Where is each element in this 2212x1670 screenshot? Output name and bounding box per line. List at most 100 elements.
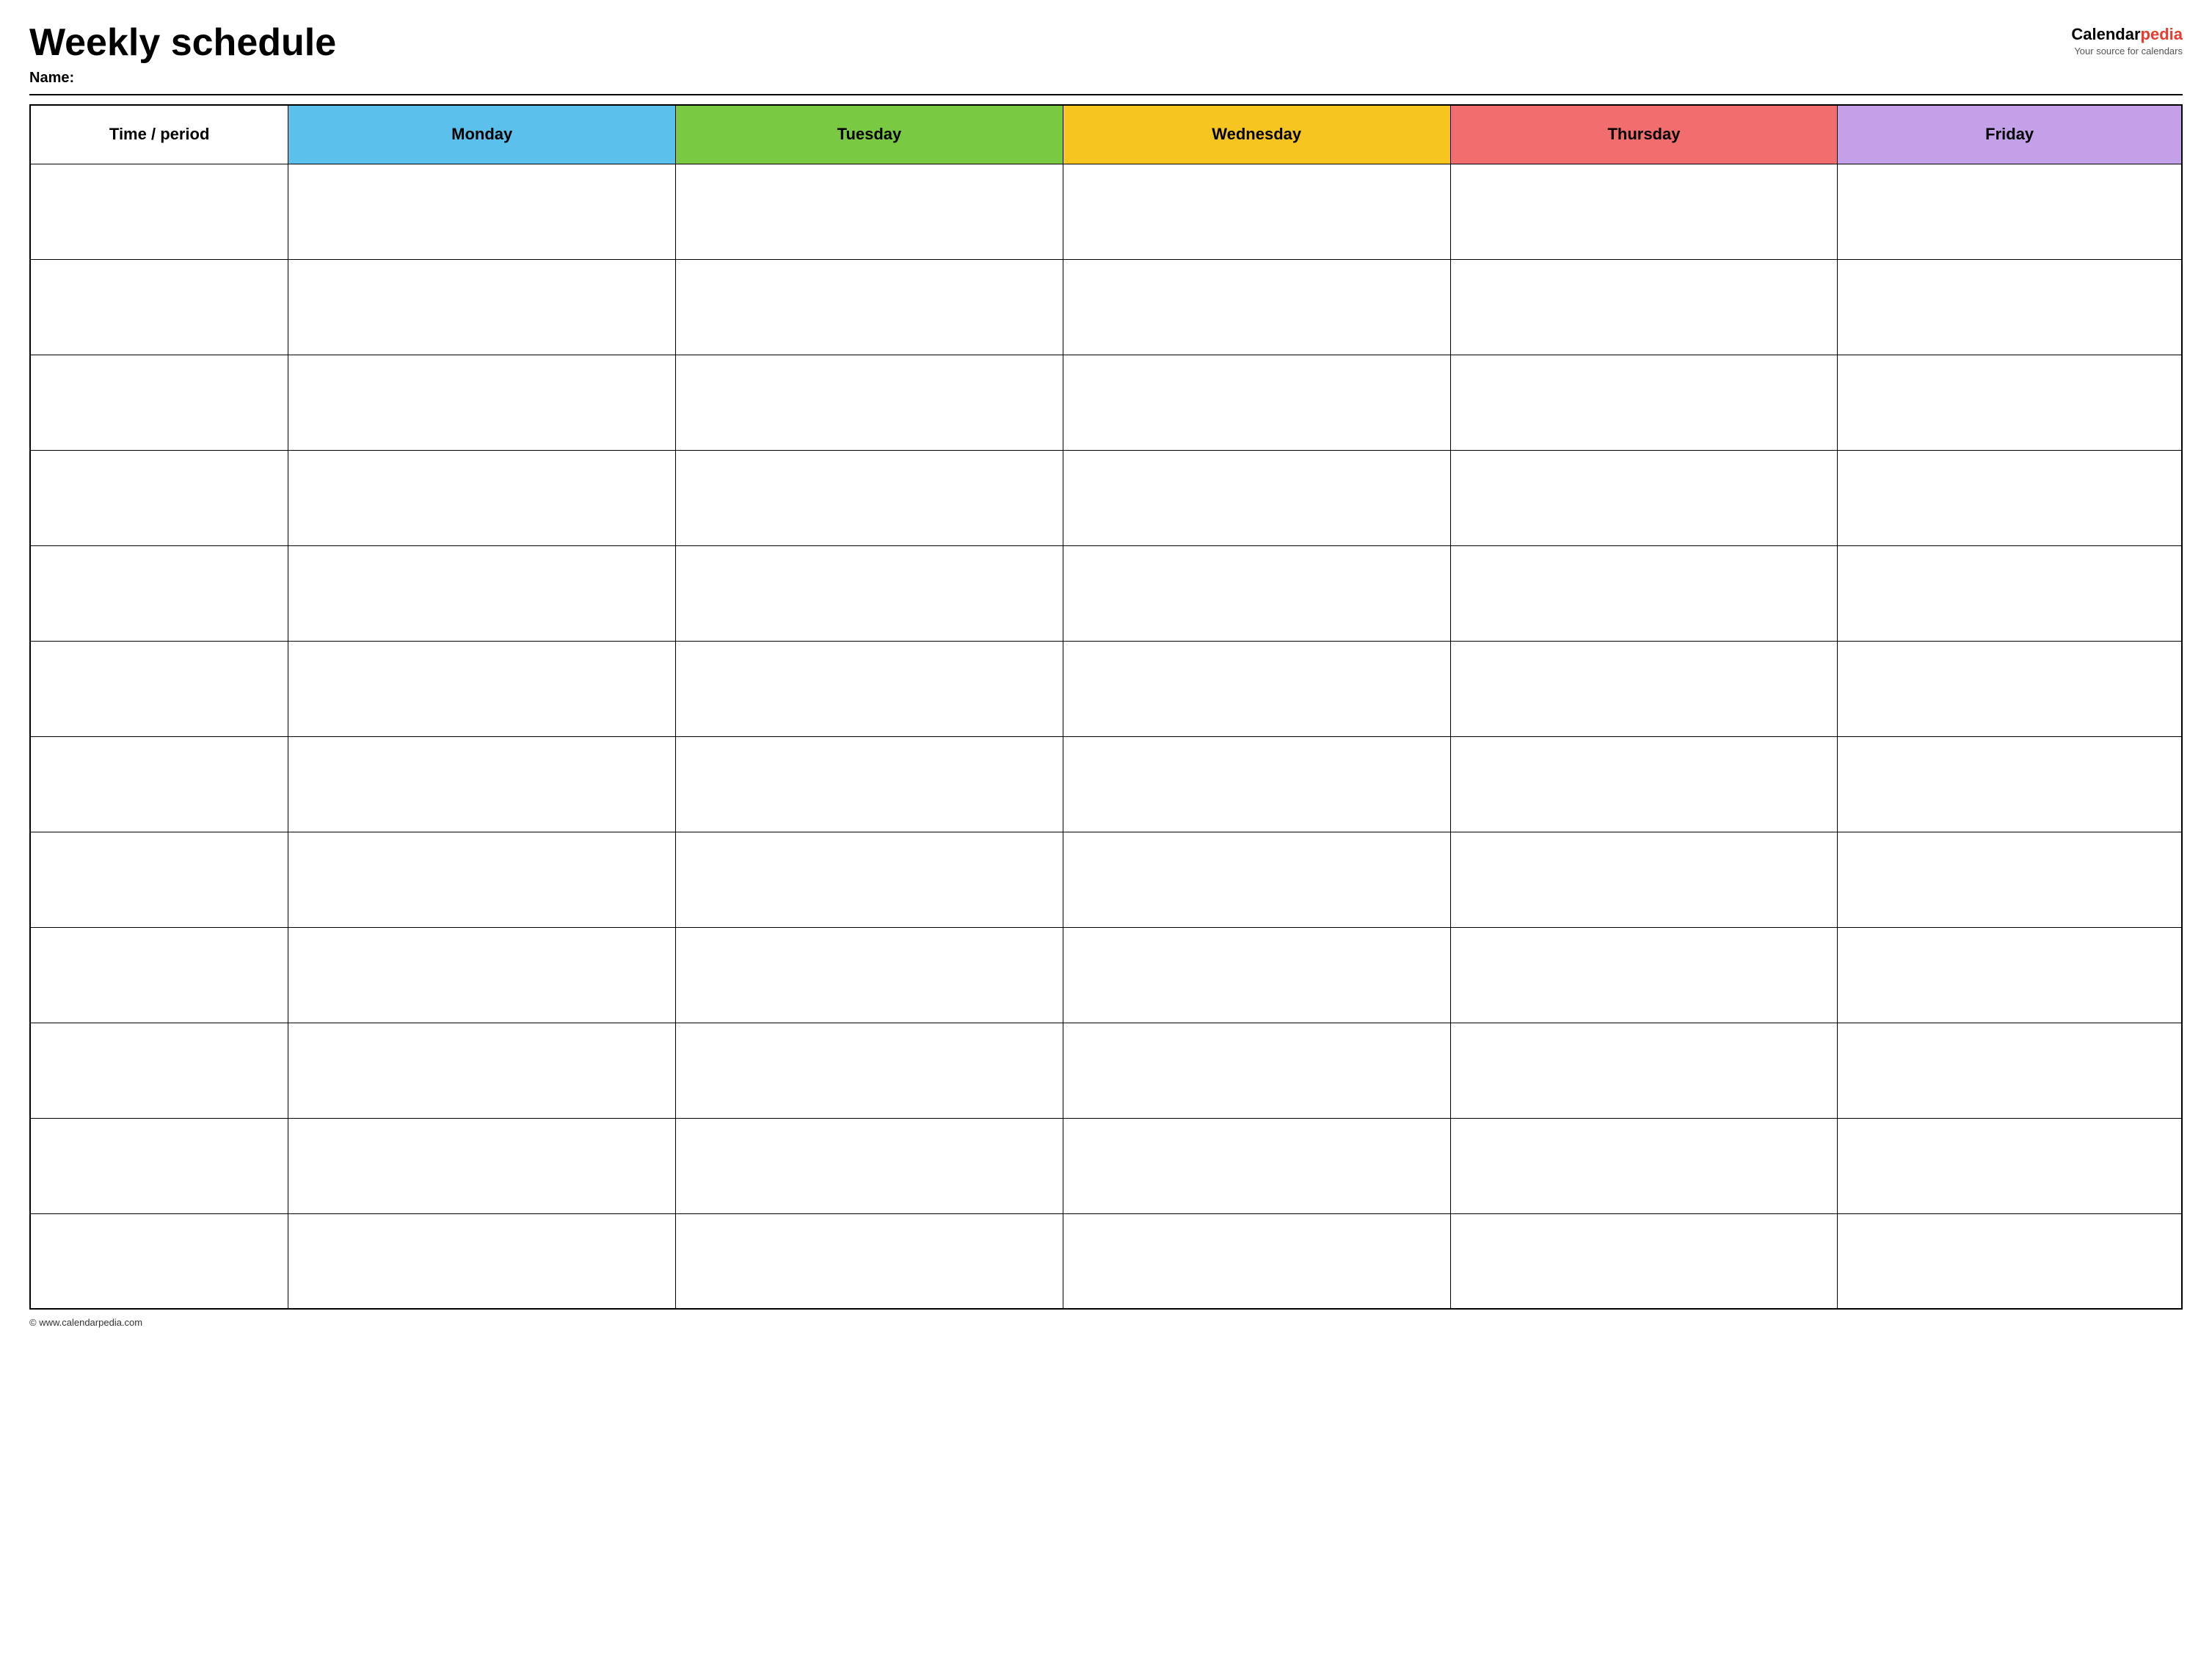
cell-friday[interactable] [1838, 450, 2182, 545]
cell-tuesday[interactable] [676, 164, 1063, 259]
cell-thursday[interactable] [1450, 1023, 1838, 1118]
time-cell[interactable] [30, 832, 288, 927]
cell-wednesday[interactable] [1063, 641, 1450, 736]
cell-tuesday[interactable] [676, 1118, 1063, 1213]
cell-tuesday[interactable] [676, 450, 1063, 545]
table-row [30, 736, 2182, 832]
time-cell[interactable] [30, 450, 288, 545]
footer-text: © www.calendarpedia.com [29, 1317, 2183, 1328]
cell-friday[interactable] [1838, 641, 2182, 736]
table-row [30, 641, 2182, 736]
cell-thursday[interactable] [1450, 927, 1838, 1023]
cell-friday[interactable] [1838, 1213, 2182, 1309]
cell-thursday[interactable] [1450, 355, 1838, 450]
cell-monday[interactable] [288, 1213, 676, 1309]
logo-tagline: Your source for calendars [2074, 46, 2183, 57]
col-header-monday: Monday [288, 105, 676, 164]
cell-monday[interactable] [288, 1023, 676, 1118]
cell-thursday[interactable] [1450, 259, 1838, 355]
cell-friday[interactable] [1838, 355, 2182, 450]
logo-text: Calendarpedia [2071, 25, 2183, 44]
time-cell[interactable] [30, 355, 288, 450]
table-row [30, 164, 2182, 259]
logo-area: Calendarpedia Your source for calendars [2071, 25, 2183, 57]
time-cell[interactable] [30, 927, 288, 1023]
cell-thursday[interactable] [1450, 164, 1838, 259]
cell-thursday[interactable] [1450, 832, 1838, 927]
table-header-row: Time / period Monday Tuesday Wednesday T… [30, 105, 2182, 164]
cell-thursday[interactable] [1450, 1213, 1838, 1309]
cell-friday[interactable] [1838, 832, 2182, 927]
cell-wednesday[interactable] [1063, 736, 1450, 832]
table-row [30, 1213, 2182, 1309]
time-cell[interactable] [30, 164, 288, 259]
cell-tuesday[interactable] [676, 545, 1063, 641]
cell-tuesday[interactable] [676, 736, 1063, 832]
cell-tuesday[interactable] [676, 355, 1063, 450]
cell-monday[interactable] [288, 1118, 676, 1213]
cell-wednesday[interactable] [1063, 1118, 1450, 1213]
cell-tuesday[interactable] [676, 259, 1063, 355]
cell-wednesday[interactable] [1063, 450, 1450, 545]
time-cell[interactable] [30, 641, 288, 736]
cell-monday[interactable] [288, 927, 676, 1023]
page-title: Weekly schedule [29, 22, 336, 64]
cell-wednesday[interactable] [1063, 1213, 1450, 1309]
cell-monday[interactable] [288, 832, 676, 927]
table-row [30, 1118, 2182, 1213]
cell-friday[interactable] [1838, 736, 2182, 832]
cell-friday[interactable] [1838, 545, 2182, 641]
cell-tuesday[interactable] [676, 1023, 1063, 1118]
name-label: Name: [29, 70, 336, 87]
cell-wednesday[interactable] [1063, 832, 1450, 927]
cell-thursday[interactable] [1450, 641, 1838, 736]
cell-monday[interactable] [288, 259, 676, 355]
cell-wednesday[interactable] [1063, 259, 1450, 355]
cell-friday[interactable] [1838, 259, 2182, 355]
table-row [30, 927, 2182, 1023]
cell-monday[interactable] [288, 355, 676, 450]
time-cell[interactable] [30, 545, 288, 641]
cell-tuesday[interactable] [676, 641, 1063, 736]
cell-wednesday[interactable] [1063, 927, 1450, 1023]
cell-friday[interactable] [1838, 1023, 2182, 1118]
time-cell[interactable] [30, 1118, 288, 1213]
time-cell[interactable] [30, 1023, 288, 1118]
table-row [30, 450, 2182, 545]
header-section: Weekly schedule Name: Calendarpedia Your… [29, 22, 2183, 87]
cell-monday[interactable] [288, 641, 676, 736]
cell-thursday[interactable] [1450, 736, 1838, 832]
logo-pedia: pedia [2141, 25, 2183, 43]
col-header-time: Time / period [30, 105, 288, 164]
page-container: Weekly schedule Name: Calendarpedia Your… [29, 22, 2183, 1328]
table-row [30, 1023, 2182, 1118]
cell-friday[interactable] [1838, 927, 2182, 1023]
cell-thursday[interactable] [1450, 1118, 1838, 1213]
time-cell[interactable] [30, 1213, 288, 1309]
table-row [30, 545, 2182, 641]
cell-friday[interactable] [1838, 164, 2182, 259]
table-row [30, 832, 2182, 927]
cell-tuesday[interactable] [676, 927, 1063, 1023]
cell-friday[interactable] [1838, 1118, 2182, 1213]
title-area: Weekly schedule Name: [29, 22, 336, 87]
cell-tuesday[interactable] [676, 832, 1063, 927]
cell-tuesday[interactable] [676, 1213, 1063, 1309]
cell-wednesday[interactable] [1063, 164, 1450, 259]
cell-monday[interactable] [288, 545, 676, 641]
cell-wednesday[interactable] [1063, 545, 1450, 641]
cell-monday[interactable] [288, 736, 676, 832]
cell-monday[interactable] [288, 450, 676, 545]
table-row [30, 355, 2182, 450]
col-header-thursday: Thursday [1450, 105, 1838, 164]
cell-thursday[interactable] [1450, 545, 1838, 641]
table-row [30, 259, 2182, 355]
cell-monday[interactable] [288, 164, 676, 259]
time-cell[interactable] [30, 259, 288, 355]
cell-wednesday[interactable] [1063, 355, 1450, 450]
cell-wednesday[interactable] [1063, 1023, 1450, 1118]
time-cell[interactable] [30, 736, 288, 832]
col-header-wednesday: Wednesday [1063, 105, 1450, 164]
header-divider [29, 94, 2183, 95]
cell-thursday[interactable] [1450, 450, 1838, 545]
